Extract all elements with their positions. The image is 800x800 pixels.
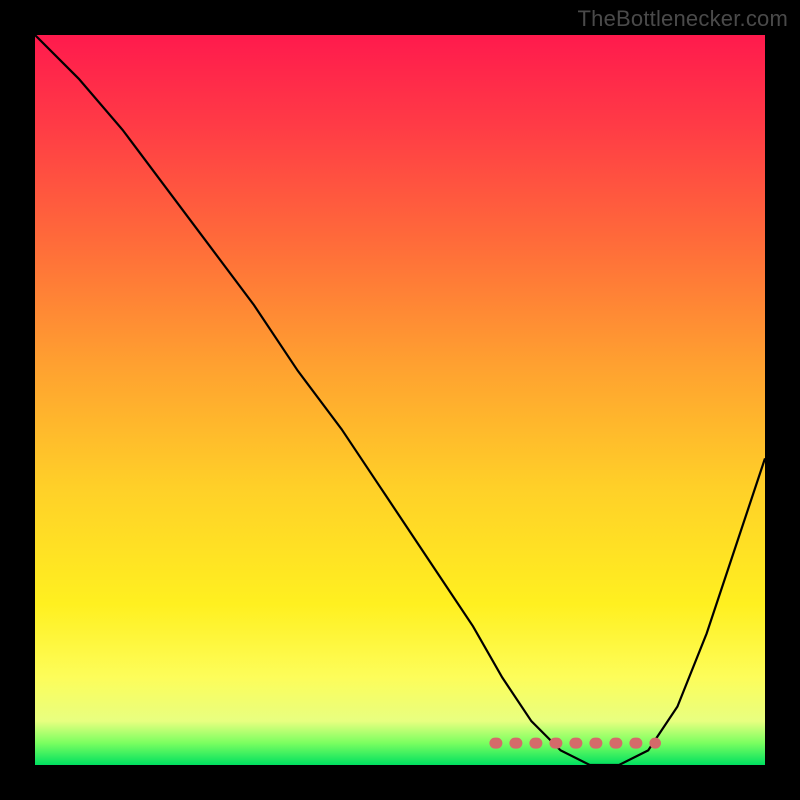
chart-svg (35, 35, 765, 765)
bottleneck-curve (35, 35, 765, 765)
plot-area (35, 35, 765, 765)
chart-frame: TheBottlenecker.com (0, 0, 800, 800)
watermark-text: TheBottlenecker.com (578, 6, 788, 32)
